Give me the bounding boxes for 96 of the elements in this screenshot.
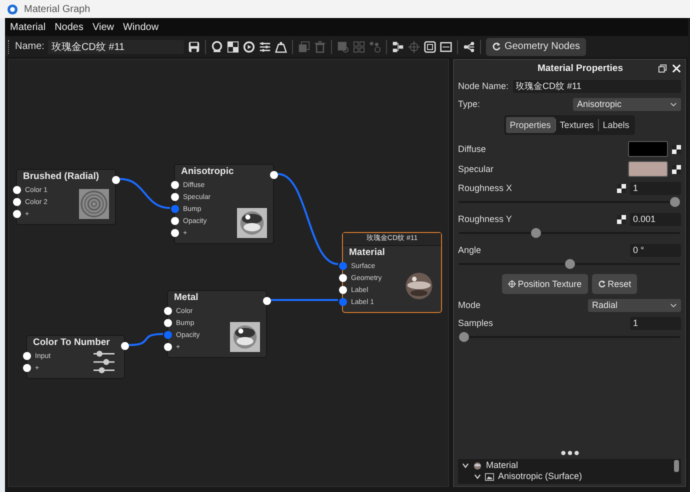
- restore-icon[interactable]: [658, 64, 667, 73]
- chevron-icon[interactable]: [474, 473, 481, 480]
- input-socket[interactable]: [339, 262, 347, 270]
- refresh-icon: [598, 280, 606, 288]
- color-swatch[interactable]: [628, 161, 668, 177]
- value-field[interactable]: 1: [630, 182, 681, 194]
- input-socket[interactable]: [171, 205, 179, 213]
- save-icon[interactable]: [188, 40, 200, 52]
- window-title: Material Graph: [24, 4, 90, 14]
- badge-icon[interactable]: [440, 40, 452, 52]
- checker-icon[interactable]: [617, 184, 626, 192]
- node-title: Metal: [173, 291, 200, 305]
- weight-icon[interactable]: [275, 40, 288, 52]
- tab[interactable]: Textures: [556, 117, 598, 133]
- node-title: Color To Number: [32, 336, 111, 350]
- chevron-icon[interactable]: [462, 462, 469, 469]
- refresh-icon: [492, 42, 502, 51]
- tree-item[interactable]: Material: [486, 460, 518, 471]
- sliders-icon[interactable]: [259, 40, 272, 52]
- tab[interactable]: Labels: [598, 117, 634, 133]
- hierarchy-icon[interactable]: [392, 40, 404, 52]
- chevron-down-icon: [670, 102, 677, 106]
- slider-thumb[interactable]: [530, 228, 541, 238]
- output-socket[interactable]: [112, 176, 120, 184]
- sphere-icon[interactable]: [211, 40, 224, 52]
- frame-icon[interactable]: [424, 40, 436, 52]
- menu-item[interactable]: Material: [10, 22, 46, 32]
- input-socket[interactable]: [13, 198, 21, 206]
- input-socket[interactable]: [13, 210, 21, 218]
- app-logo-icon: [7, 4, 18, 14]
- slider-thumb[interactable]: [459, 332, 469, 342]
- node-name-field[interactable]: 玫瑰金CD纹 #11: [512, 80, 681, 92]
- property-label: Diffuse: [458, 144, 486, 154]
- checker-icon[interactable]: [672, 144, 681, 154]
- type-label: Type:: [458, 99, 480, 109]
- type-dropdown[interactable]: Anisotropic: [573, 98, 681, 110]
- checker-icon[interactable]: [617, 214, 626, 224]
- input-socket[interactable]: [339, 274, 347, 282]
- tree-item[interactable]: Anisotropic (Surface): [498, 471, 582, 482]
- slider-thumb[interactable]: [564, 259, 574, 269]
- chevron-down-icon: [670, 302, 677, 308]
- menu-item[interactable]: Nodes: [54, 22, 84, 32]
- value-field[interactable]: 0.001: [630, 212, 681, 226]
- geometry-nodes-button[interactable]: Geometry Nodes: [486, 38, 586, 56]
- input-socket[interactable]: [13, 186, 21, 194]
- property-label: Samples: [458, 318, 494, 328]
- splitter-handle[interactable]: [560, 450, 580, 456]
- property-label: Roughness Y: [458, 214, 512, 224]
- input-socket[interactable]: [164, 331, 172, 339]
- name-field[interactable]: 玫瑰金CD纹 #11: [48, 40, 184, 54]
- input-socket[interactable]: [339, 298, 347, 306]
- input-socket[interactable]: [171, 181, 179, 189]
- checker-icon[interactable]: [672, 164, 681, 174]
- property-label: Angle: [458, 245, 482, 255]
- input-socket[interactable]: [23, 364, 31, 372]
- menu-item[interactable]: View: [92, 22, 114, 32]
- node-title: Material: [348, 246, 386, 260]
- mode-dropdown[interactable]: Radial: [588, 298, 681, 312]
- property-label: Mode: [458, 300, 481, 310]
- input-socket[interactable]: [164, 343, 172, 351]
- value-field[interactable]: 1: [630, 316, 681, 330]
- value-field[interactable]: 0 °: [630, 244, 681, 256]
- slider-thumb[interactable]: [670, 197, 680, 207]
- input-socket[interactable]: [171, 217, 179, 225]
- scrollbar-thumb[interactable]: [674, 460, 679, 472]
- crosshair-icon: [508, 280, 516, 288]
- input-socket[interactable]: [164, 319, 172, 327]
- connection-wire: [120, 178, 170, 209]
- connection-wire: [271, 299, 338, 301]
- name-label: Name:: [15, 41, 44, 52]
- input-socket[interactable]: [171, 229, 179, 237]
- image-icon: [485, 472, 494, 480]
- close-icon[interactable]: [672, 64, 681, 73]
- property-label: Specular: [458, 164, 494, 174]
- sphere-icon: [473, 462, 482, 470]
- node-title: Brushed (Radial): [22, 170, 100, 184]
- share-icon[interactable]: [463, 40, 476, 52]
- property-label: Roughness X: [458, 183, 512, 193]
- output-socket[interactable]: [270, 171, 278, 179]
- reset-button[interactable]: Reset: [592, 274, 638, 294]
- output-socket[interactable]: [121, 342, 129, 350]
- connection-wire: [128, 333, 164, 346]
- play-icon[interactable]: [243, 40, 256, 52]
- menu-item[interactable]: Window: [122, 22, 159, 32]
- position-texture-button[interactable]: Position Texture: [502, 274, 588, 294]
- input-socket[interactable]: [164, 307, 172, 315]
- output-socket[interactable]: [263, 297, 271, 305]
- node-name-label: Node Name:: [458, 81, 509, 91]
- tab[interactable]: Properties: [506, 117, 555, 133]
- color-swatch[interactable]: [628, 141, 668, 157]
- input-socket[interactable]: [171, 193, 179, 201]
- input-socket[interactable]: [23, 352, 31, 360]
- node-title: Anisotropic: [180, 165, 235, 179]
- input-socket[interactable]: [339, 286, 347, 294]
- checker-icon[interactable]: [227, 40, 240, 52]
- panel-title: Material Properties: [537, 63, 623, 74]
